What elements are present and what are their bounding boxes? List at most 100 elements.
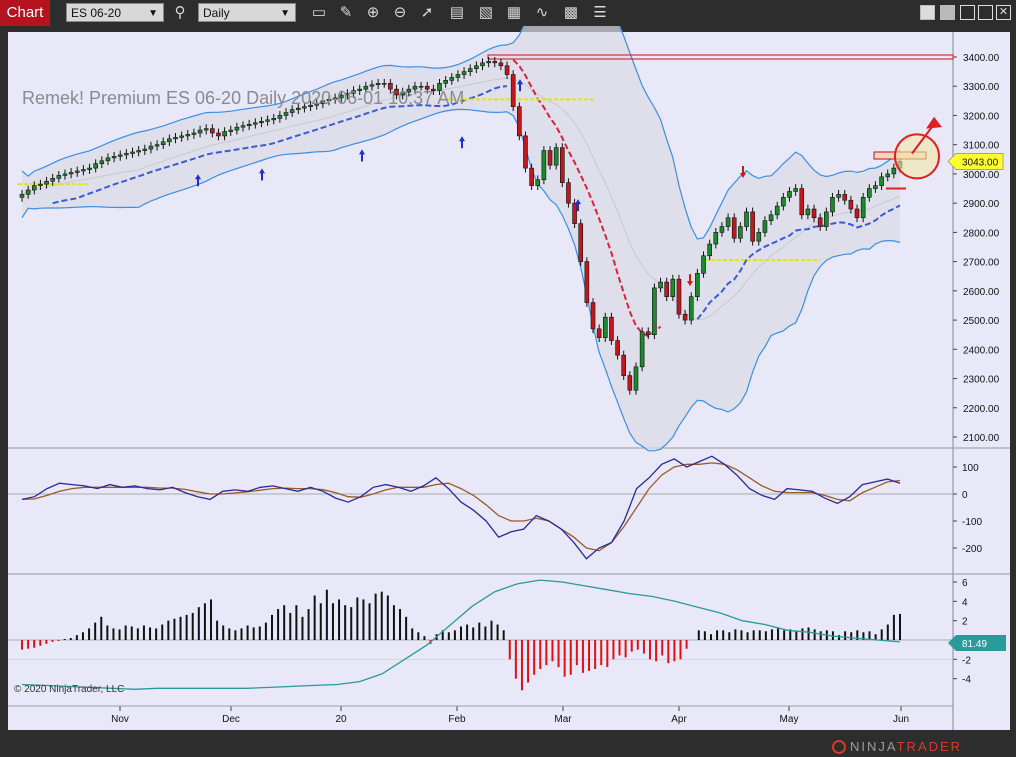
candle bbox=[246, 123, 252, 126]
candle bbox=[682, 313, 688, 321]
candle bbox=[173, 137, 178, 140]
candle bbox=[381, 83, 387, 85]
candle bbox=[31, 185, 37, 191]
strategies-icon[interactable]: ▦ bbox=[504, 3, 524, 23]
close-icon[interactable]: ✕ bbox=[996, 5, 1011, 20]
minimize-icon[interactable] bbox=[960, 5, 975, 20]
candle bbox=[756, 232, 762, 242]
candle bbox=[793, 188, 798, 192]
x-tick-label: 20 bbox=[335, 714, 347, 725]
x-tick-label: Apr bbox=[671, 714, 687, 725]
properties-icon[interactable]: ▧ bbox=[476, 3, 496, 23]
price-tick-label: 2400.00 bbox=[963, 345, 1000, 356]
candle bbox=[842, 194, 848, 201]
hist-tick-label: -4 bbox=[962, 675, 971, 686]
ninjatrader-logo: NINJATRADER bbox=[850, 739, 963, 754]
hist-tick-label: -2 bbox=[962, 655, 971, 666]
indicators-icon[interactable]: ∿ bbox=[532, 3, 552, 23]
candle bbox=[854, 208, 860, 219]
candle bbox=[774, 205, 780, 216]
zoom-in-icon[interactable]: ⊕ bbox=[363, 3, 383, 23]
price-tick-label: 3300.00 bbox=[963, 82, 1000, 93]
candle bbox=[627, 375, 633, 391]
candle bbox=[615, 340, 620, 356]
candle bbox=[639, 331, 645, 368]
link-icon[interactable] bbox=[920, 5, 935, 20]
x-tick-label: Jun bbox=[893, 714, 909, 725]
hist-tick-label: 4 bbox=[962, 597, 968, 608]
candle bbox=[62, 173, 68, 176]
candle bbox=[633, 366, 639, 391]
candle bbox=[228, 129, 234, 132]
candle bbox=[621, 354, 627, 376]
candle bbox=[885, 173, 891, 178]
data-box-icon[interactable]: ▤ bbox=[447, 3, 467, 23]
candle bbox=[731, 217, 737, 239]
price-tick-label: 2700.00 bbox=[963, 258, 1000, 269]
interval-value: Daily bbox=[203, 6, 230, 20]
x-tick-label: Nov bbox=[111, 714, 129, 725]
zoom-out-icon[interactable]: ⊖ bbox=[390, 3, 410, 23]
candle bbox=[289, 109, 295, 113]
candle bbox=[670, 278, 676, 297]
candle bbox=[480, 62, 485, 67]
candle bbox=[455, 74, 461, 78]
candle bbox=[541, 150, 547, 181]
candle bbox=[222, 131, 227, 137]
candle bbox=[25, 189, 31, 195]
candle bbox=[523, 135, 528, 169]
price-tick-label: 3200.00 bbox=[963, 111, 1000, 122]
candle bbox=[535, 179, 541, 186]
candle bbox=[203, 128, 209, 131]
candle bbox=[707, 243, 712, 257]
price-tick-label: 2100.00 bbox=[963, 433, 1000, 444]
candle bbox=[87, 167, 92, 170]
list-icon[interactable]: ☰ bbox=[590, 3, 610, 23]
candle bbox=[738, 226, 743, 239]
candle bbox=[584, 261, 590, 303]
candle bbox=[492, 61, 498, 64]
gray-square-icon[interactable] bbox=[940, 5, 955, 20]
price-tick-label: 2800.00 bbox=[963, 228, 1000, 239]
candle bbox=[185, 134, 191, 137]
osc-tick-label: -100 bbox=[962, 517, 982, 528]
candle bbox=[719, 226, 725, 233]
properties-icon[interactable]: ▩ bbox=[561, 3, 581, 23]
chart-canvas[interactable]: Remek! Premium ES 06-20 Daily 2020-06-01… bbox=[0, 0, 1016, 757]
candle bbox=[74, 170, 80, 173]
bar-type-icon[interactable]: ▭ bbox=[309, 3, 329, 23]
chart-tab[interactable]: Chart bbox=[0, 0, 50, 26]
candle bbox=[117, 154, 123, 157]
candle bbox=[750, 211, 755, 242]
candle bbox=[130, 151, 135, 154]
draw-pencil-icon[interactable]: ✎ bbox=[336, 3, 356, 23]
price-tick-label: 2500.00 bbox=[963, 316, 1000, 327]
candle bbox=[578, 223, 584, 262]
candle bbox=[38, 183, 43, 186]
hist-tick-label: 6 bbox=[962, 578, 968, 589]
price-tick-label: 3100.00 bbox=[963, 141, 1000, 152]
pointer-icon[interactable]: ➚ bbox=[417, 3, 437, 23]
search-icon[interactable]: ⚲ bbox=[170, 3, 190, 23]
candle bbox=[93, 163, 98, 169]
chart-title: Remek! Premium ES 06-20 Daily 2020-06-01… bbox=[22, 88, 464, 108]
candle bbox=[676, 278, 682, 315]
candle bbox=[517, 106, 522, 137]
instrument-selector[interactable]: ES 06-20 ▼ bbox=[66, 3, 164, 22]
x-tick-label: Feb bbox=[448, 714, 466, 725]
candle bbox=[553, 147, 559, 166]
candle bbox=[891, 167, 897, 175]
price-tick-label: 2200.00 bbox=[963, 404, 1000, 415]
candle bbox=[836, 194, 841, 198]
candle bbox=[160, 141, 166, 145]
candle bbox=[234, 126, 240, 131]
x-tick-label: May bbox=[780, 714, 799, 725]
candle bbox=[443, 80, 448, 84]
x-tick-label: Mar bbox=[554, 714, 572, 725]
candle bbox=[768, 214, 774, 221]
candle bbox=[510, 74, 516, 107]
price-tick-label: 3000.00 bbox=[963, 170, 1000, 181]
candle bbox=[572, 202, 577, 224]
interval-selector[interactable]: Daily ▼ bbox=[198, 3, 296, 22]
maximize-icon[interactable] bbox=[978, 5, 993, 20]
